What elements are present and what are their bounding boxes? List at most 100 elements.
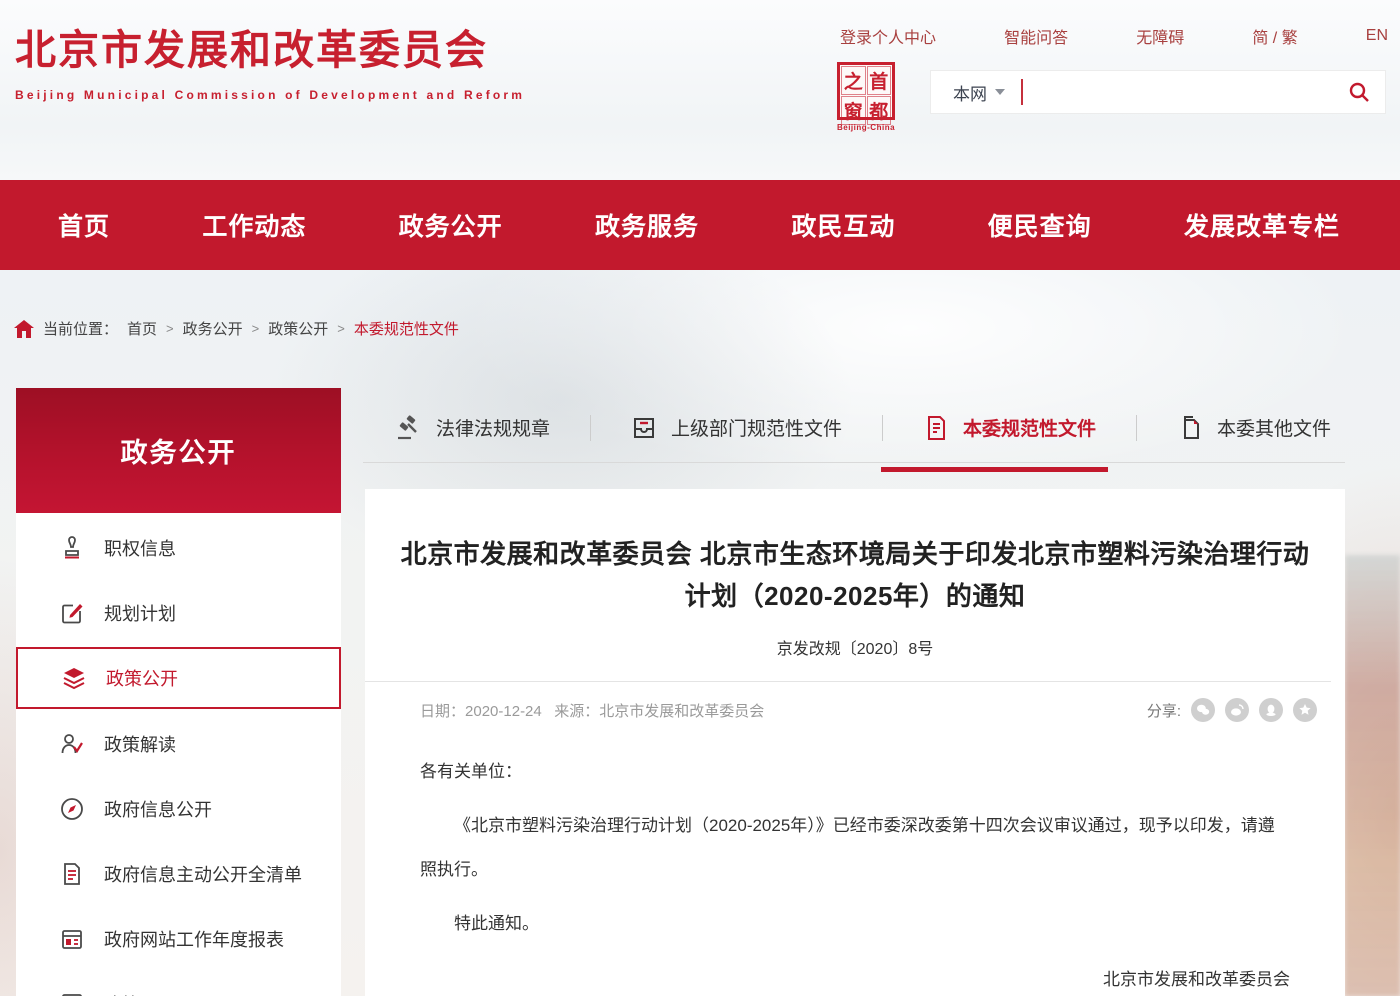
- sidebar: 政务公开 职权信息 规划计划: [16, 388, 341, 996]
- site-subtitle: Beijing Municipal Commission of Developm…: [15, 88, 525, 102]
- sidebar-item-label: 政策公开: [106, 665, 178, 691]
- tab-divider: [590, 415, 591, 441]
- date-label: 日期：: [420, 703, 465, 720]
- search-input[interactable]: [1023, 71, 1333, 113]
- sidebar-item-policy-disclosure[interactable]: 政策公开: [16, 647, 341, 709]
- gavel-icon: [396, 415, 422, 441]
- stamp-icon: [60, 536, 84, 560]
- sidebar-item-label: 政策解读: [104, 731, 176, 757]
- breadcrumb-current: 本委规范性文件: [354, 318, 459, 339]
- article-paragraph: 特此通知。: [420, 902, 1290, 946]
- article-title: 北京市发展和改革委员会 北京市生态环境局关于印发北京市塑料污染治理行动计划（20…: [390, 533, 1320, 617]
- share-label: 分享:: [1147, 700, 1181, 721]
- sidebar-item-proactive-disclosure-list[interactable]: 政府信息主动公开全清单: [16, 841, 341, 906]
- home-icon: [14, 320, 34, 338]
- sidebar-item-gov-info-disclosure[interactable]: 政府信息公开: [16, 776, 341, 841]
- share-bar: 分享:: [1147, 698, 1317, 722]
- tab-committee-other-documents[interactable]: 本委其他文件: [1171, 414, 1337, 441]
- document-number: 京发改规〔2020〕8号: [365, 635, 1345, 659]
- seal-caption: Beijing-China: [835, 123, 897, 132]
- nav-item-convenient-query[interactable]: 便民查询: [988, 207, 1092, 243]
- beijing-china-seal-logo[interactable]: 之 首 窗 都 Beijing-China: [835, 62, 897, 132]
- site-logo[interactable]: 北京市发展和改革委员会 Beijing Municipal Commission…: [15, 16, 525, 102]
- article-salutation: 各有关单位：: [420, 750, 1290, 794]
- tab-committee-normative-documents[interactable]: 本委规范性文件: [917, 414, 1102, 441]
- site-title: 北京市发展和改革委员会: [15, 16, 525, 76]
- nav-item-home[interactable]: 首页: [58, 207, 110, 243]
- plan-edit-icon: [60, 601, 84, 625]
- sidebar-item-label: 政府网站工作年度报表: [104, 926, 284, 952]
- main-nav: 首页 工作动态 政务公开 政务服务 政民互动 便民查询 发展改革专栏: [0, 180, 1400, 270]
- sidebar-item-planning[interactable]: 规划计划: [16, 580, 341, 645]
- nav-item-interaction[interactable]: 政民互动: [791, 207, 895, 243]
- page: 北京市发展和改革委员会 Beijing Municipal Commission…: [0, 0, 1400, 996]
- tab-superior-normative-documents[interactable]: 上级部门规范性文件: [625, 414, 848, 441]
- catalog-icon: [60, 992, 84, 996]
- compass-icon: [60, 797, 84, 821]
- simplified-traditional-link[interactable]: 简 / 繁: [1252, 24, 1297, 48]
- breadcrumb-separator: >: [252, 321, 260, 336]
- article-meta: 日期：2020-12-24 来源：北京市发展和改革委员会: [420, 700, 764, 721]
- search-scope-dropdown[interactable]: 本网: [931, 80, 1021, 105]
- sidebar-item-website-annual-report[interactable]: 政府网站工作年度报表: [16, 906, 341, 971]
- sidebar-item-label: 政府信息主动公开全清单: [104, 861, 302, 887]
- star-icon[interactable]: [1293, 698, 1317, 722]
- tab-divider: [882, 415, 883, 441]
- article-paragraph: 《北京市塑料污染治理行动计划（2020-2025年）》已经市委深改委第十四次会议…: [420, 804, 1290, 892]
- nav-item-reform-column[interactable]: 发展改革专栏: [1184, 207, 1340, 243]
- search-bar: 本网: [930, 70, 1386, 114]
- smart-qa-link[interactable]: 智能问答: [1004, 24, 1068, 48]
- sidebar-item-label: 职权信息: [104, 535, 176, 561]
- login-link[interactable]: 登录个人中心: [840, 24, 936, 48]
- breadcrumb-label: 当前位置：: [43, 318, 118, 339]
- search-button[interactable]: [1333, 71, 1385, 113]
- document-tabs: 法律法规规章 上级部门规范性文件 本委规范性文件: [363, 400, 1345, 455]
- seal-char: 首: [867, 66, 892, 95]
- documents-icon: [1177, 415, 1203, 441]
- seal-characters: 之 首 窗 都: [837, 62, 895, 120]
- breadcrumb-separator: >: [337, 321, 345, 336]
- layers-icon: [62, 666, 86, 690]
- tab-label: 法律法规规章: [436, 414, 550, 441]
- nav-item-work-news[interactable]: 工作动态: [202, 207, 306, 243]
- tab-laws-regulations[interactable]: 法律法规规章: [390, 414, 556, 441]
- wechat-icon[interactable]: [1191, 698, 1215, 722]
- article-body: 各有关单位： 《北京市塑料污染治理行动计划（2020-2025年）》已经市委深改…: [365, 722, 1345, 996]
- qq-icon[interactable]: [1259, 698, 1283, 722]
- article-date: 2020-12-24: [465, 703, 542, 720]
- sidebar-header: 政务公开: [16, 388, 341, 513]
- accessibility-link[interactable]: 无障碍: [1136, 24, 1184, 48]
- background-red-wall: [1345, 555, 1400, 996]
- document-tabs-row: 法律法规规章 上级部门规范性文件 本委规范性文件: [363, 400, 1345, 463]
- english-link[interactable]: EN: [1366, 27, 1388, 45]
- document-red-icon: [923, 415, 949, 441]
- article-meta-row: 日期：2020-12-24 来源：北京市发展和改革委员会 分享:: [365, 681, 1331, 722]
- sidebar-item-label: 规划计划: [104, 600, 176, 626]
- chevron-down-icon: [995, 89, 1005, 95]
- seal-char: 都: [867, 96, 892, 125]
- weibo-icon[interactable]: [1225, 698, 1249, 722]
- document-list-icon: [60, 862, 84, 886]
- sidebar-item-label: 决策目录: [104, 991, 176, 996]
- tab-label: 本委其他文件: [1217, 414, 1331, 441]
- seal-char: 之: [841, 66, 866, 95]
- article-source: 北京市发展和改革委员会: [599, 703, 764, 720]
- breadcrumb-home[interactable]: 首页: [127, 318, 157, 339]
- search-icon: [1347, 80, 1371, 104]
- report-calendar-icon: [60, 927, 84, 951]
- sidebar-item-label: 政府信息公开: [104, 796, 212, 822]
- breadcrumb-policy-disclosure[interactable]: 政策公开: [268, 318, 328, 339]
- sidebar-menu: 职权信息 规划计划 政策公开: [16, 513, 341, 996]
- sidebar-item-decision-catalog[interactable]: 决策目录: [16, 971, 341, 996]
- site-header: 北京市发展和改革委员会 Beijing Municipal Commission…: [0, 0, 1400, 180]
- tab-label: 上级部门规范性文件: [671, 414, 842, 441]
- article-signature: 北京市发展和改革委员会: [420, 958, 1290, 996]
- sidebar-item-authority-info[interactable]: 职权信息: [16, 515, 341, 580]
- breadcrumb-separator: >: [166, 321, 174, 336]
- nav-item-gov-disclosure[interactable]: 政务公开: [399, 207, 503, 243]
- breadcrumb-gov-disclosure[interactable]: 政务公开: [183, 318, 243, 339]
- article-panel: 北京市发展和改革委员会 北京市生态环境局关于印发北京市塑料污染治理行动计划（20…: [365, 489, 1345, 996]
- sidebar-item-policy-interpretation[interactable]: 政策解读: [16, 711, 341, 776]
- nav-item-gov-services[interactable]: 政务服务: [595, 207, 699, 243]
- breadcrumb: 当前位置： 首页 > 政务公开 > 政策公开 > 本委规范性文件: [14, 318, 459, 339]
